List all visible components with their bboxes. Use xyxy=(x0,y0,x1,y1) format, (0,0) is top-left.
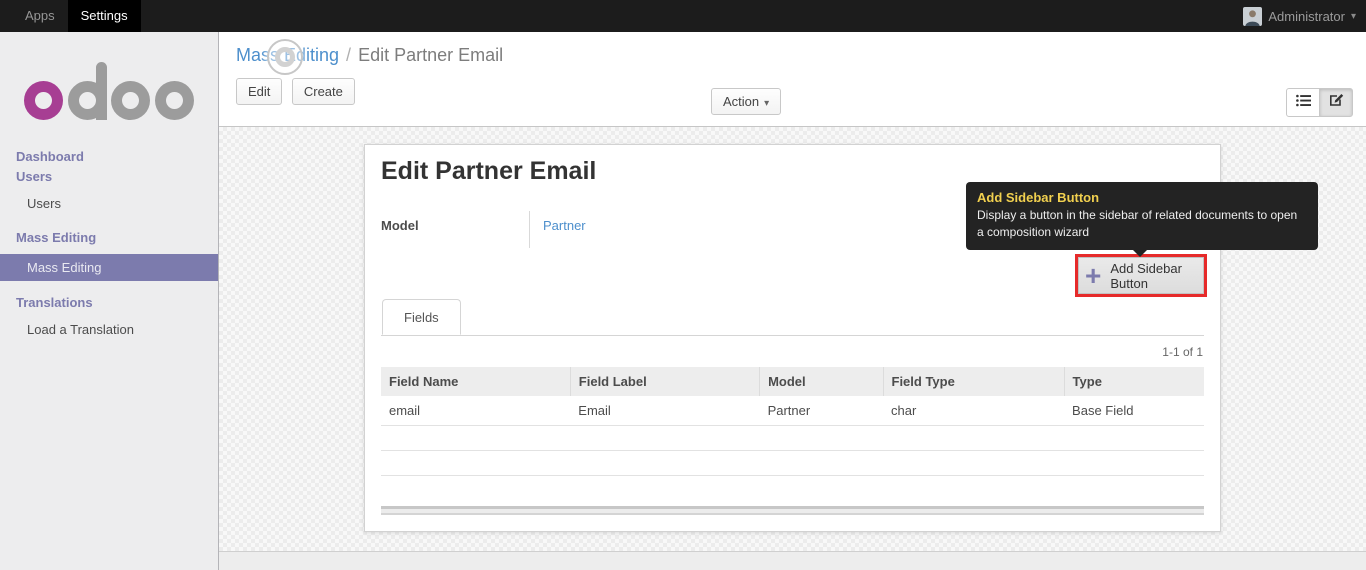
sidebar-heading-translations[interactable]: Translations xyxy=(0,293,218,313)
fields-table: Field Name Field Label Model Field Type … xyxy=(381,367,1204,476)
footer-strip xyxy=(219,551,1366,570)
tooltip-arrow xyxy=(1133,250,1147,257)
cell-field-name: email xyxy=(381,396,571,426)
plus-icon: + xyxy=(1085,259,1102,291)
column-header-type[interactable]: Type xyxy=(1063,367,1204,396)
sidebar-nav: Dashboard Users Users Mass Editing Mass … xyxy=(0,147,218,342)
record-title: Edit Partner Email xyxy=(381,157,597,185)
odoo-logo-o1 xyxy=(24,81,63,120)
tab-strip: Fields xyxy=(381,298,1204,336)
create-button[interactable]: Create xyxy=(291,78,355,105)
horizontal-scrollbar[interactable] xyxy=(381,506,1204,515)
control-panel: Mass Editing / Edit Partner Email Edit Cre… xyxy=(219,32,1366,127)
user-menu[interactable]: Administrator ▾ xyxy=(1243,0,1356,32)
action-label: Action xyxy=(723,94,760,109)
form-view-button[interactable] xyxy=(1319,88,1353,117)
main-area: Mass Editing / Edit Partner Email Edit Cre… xyxy=(219,32,1366,570)
breadcrumb-separator: / xyxy=(346,45,352,65)
sidebar: Dashboard Users Users Mass Editing Mass … xyxy=(0,32,219,570)
edit-button[interactable]: Edit xyxy=(236,78,283,105)
sidebar-item-load-a-translation[interactable]: Load a Translation xyxy=(0,317,218,342)
breadcrumb-current: Edit Partner Email xyxy=(358,45,504,65)
action-dropdown-button[interactable]: Action ▾ xyxy=(711,88,782,115)
empty-row xyxy=(381,425,1204,451)
form-edit-icon xyxy=(1329,93,1344,112)
column-header-field-type[interactable]: Field Type xyxy=(882,367,1065,396)
button-row: Edit Create xyxy=(236,78,1366,105)
tooltip-body: Display a button in the sidebar of relat… xyxy=(977,208,1298,239)
model-field-group: Model Partner xyxy=(381,211,586,248)
main-row: Dashboard Users Users Mass Editing Mass … xyxy=(0,32,1366,570)
menu-apps[interactable]: Apps xyxy=(12,0,68,32)
list-view-button[interactable] xyxy=(1286,88,1320,117)
empty-row xyxy=(381,450,1204,476)
column-header-model[interactable]: Model xyxy=(759,367,883,396)
topbar-menu: Apps Settings xyxy=(12,0,141,32)
sidebar-item-mass-editing[interactable]: Mass Editing xyxy=(0,254,218,281)
column-header-field-name[interactable]: Field Name xyxy=(381,367,571,396)
topbar: Apps Settings Administrator ▾ xyxy=(0,0,1366,32)
breadcrumb: Mass Editing / Edit Partner Email xyxy=(236,45,1366,66)
cell-field-label: Email xyxy=(570,396,760,426)
odoo-logo-o2 xyxy=(111,81,151,120)
sidebar-item-users[interactable]: Users xyxy=(0,191,218,216)
tooltip-title: Add Sidebar Button xyxy=(977,190,1100,205)
user-avatar-icon xyxy=(1243,6,1263,26)
cell-model: Partner xyxy=(759,396,883,426)
cell-field-type: char xyxy=(883,396,1065,426)
add-sidebar-button[interactable]: + Add Sidebar Button xyxy=(1075,254,1207,297)
form-sheet: Edit Partner Email Model Partner Add Sid… xyxy=(364,144,1318,532)
odoo-logo-o3 xyxy=(155,81,194,120)
tooltip: Add Sidebar Button Display a button in t… xyxy=(966,182,1318,257)
add-sidebar-button-label: Add Sidebar Button xyxy=(1110,260,1182,291)
table-header-row: Field Name Field Label Model Field Type … xyxy=(381,367,1204,396)
pager[interactable]: 1-1 of 1 xyxy=(382,345,1203,359)
sidebar-heading-users[interactable]: Users xyxy=(0,167,218,187)
view-switcher xyxy=(1286,88,1353,117)
loading-spinner-icon xyxy=(267,39,303,75)
list-icon xyxy=(1295,94,1311,112)
menu-settings[interactable]: Settings xyxy=(67,0,141,32)
chevron-down-icon: ▾ xyxy=(764,98,770,109)
chevron-down-icon: ▾ xyxy=(1350,10,1356,22)
sidebar-heading-mass-editing[interactable]: Mass Editing xyxy=(0,228,218,248)
tab-fields[interactable]: Fields xyxy=(382,299,461,335)
sidebar-heading-dashboard[interactable]: Dashboard xyxy=(0,147,218,167)
odoo-logo-d xyxy=(67,62,108,120)
notebook: Fields 1-1 of 1 Field Name Field Label M… xyxy=(381,298,1204,515)
model-field-value-link[interactable]: Partner xyxy=(543,218,586,233)
user-name: Administrator xyxy=(1268,8,1345,24)
table-row[interactable]: email Email Partner char Base Field xyxy=(381,396,1204,426)
odoo-logo xyxy=(24,62,194,120)
form-view-content: Edit Partner Email Model Partner Add Sid… xyxy=(219,127,1366,551)
column-header-field-label[interactable]: Field Label xyxy=(569,367,760,396)
cell-type: Base Field xyxy=(1064,396,1204,426)
model-field-label: Model xyxy=(381,211,530,248)
